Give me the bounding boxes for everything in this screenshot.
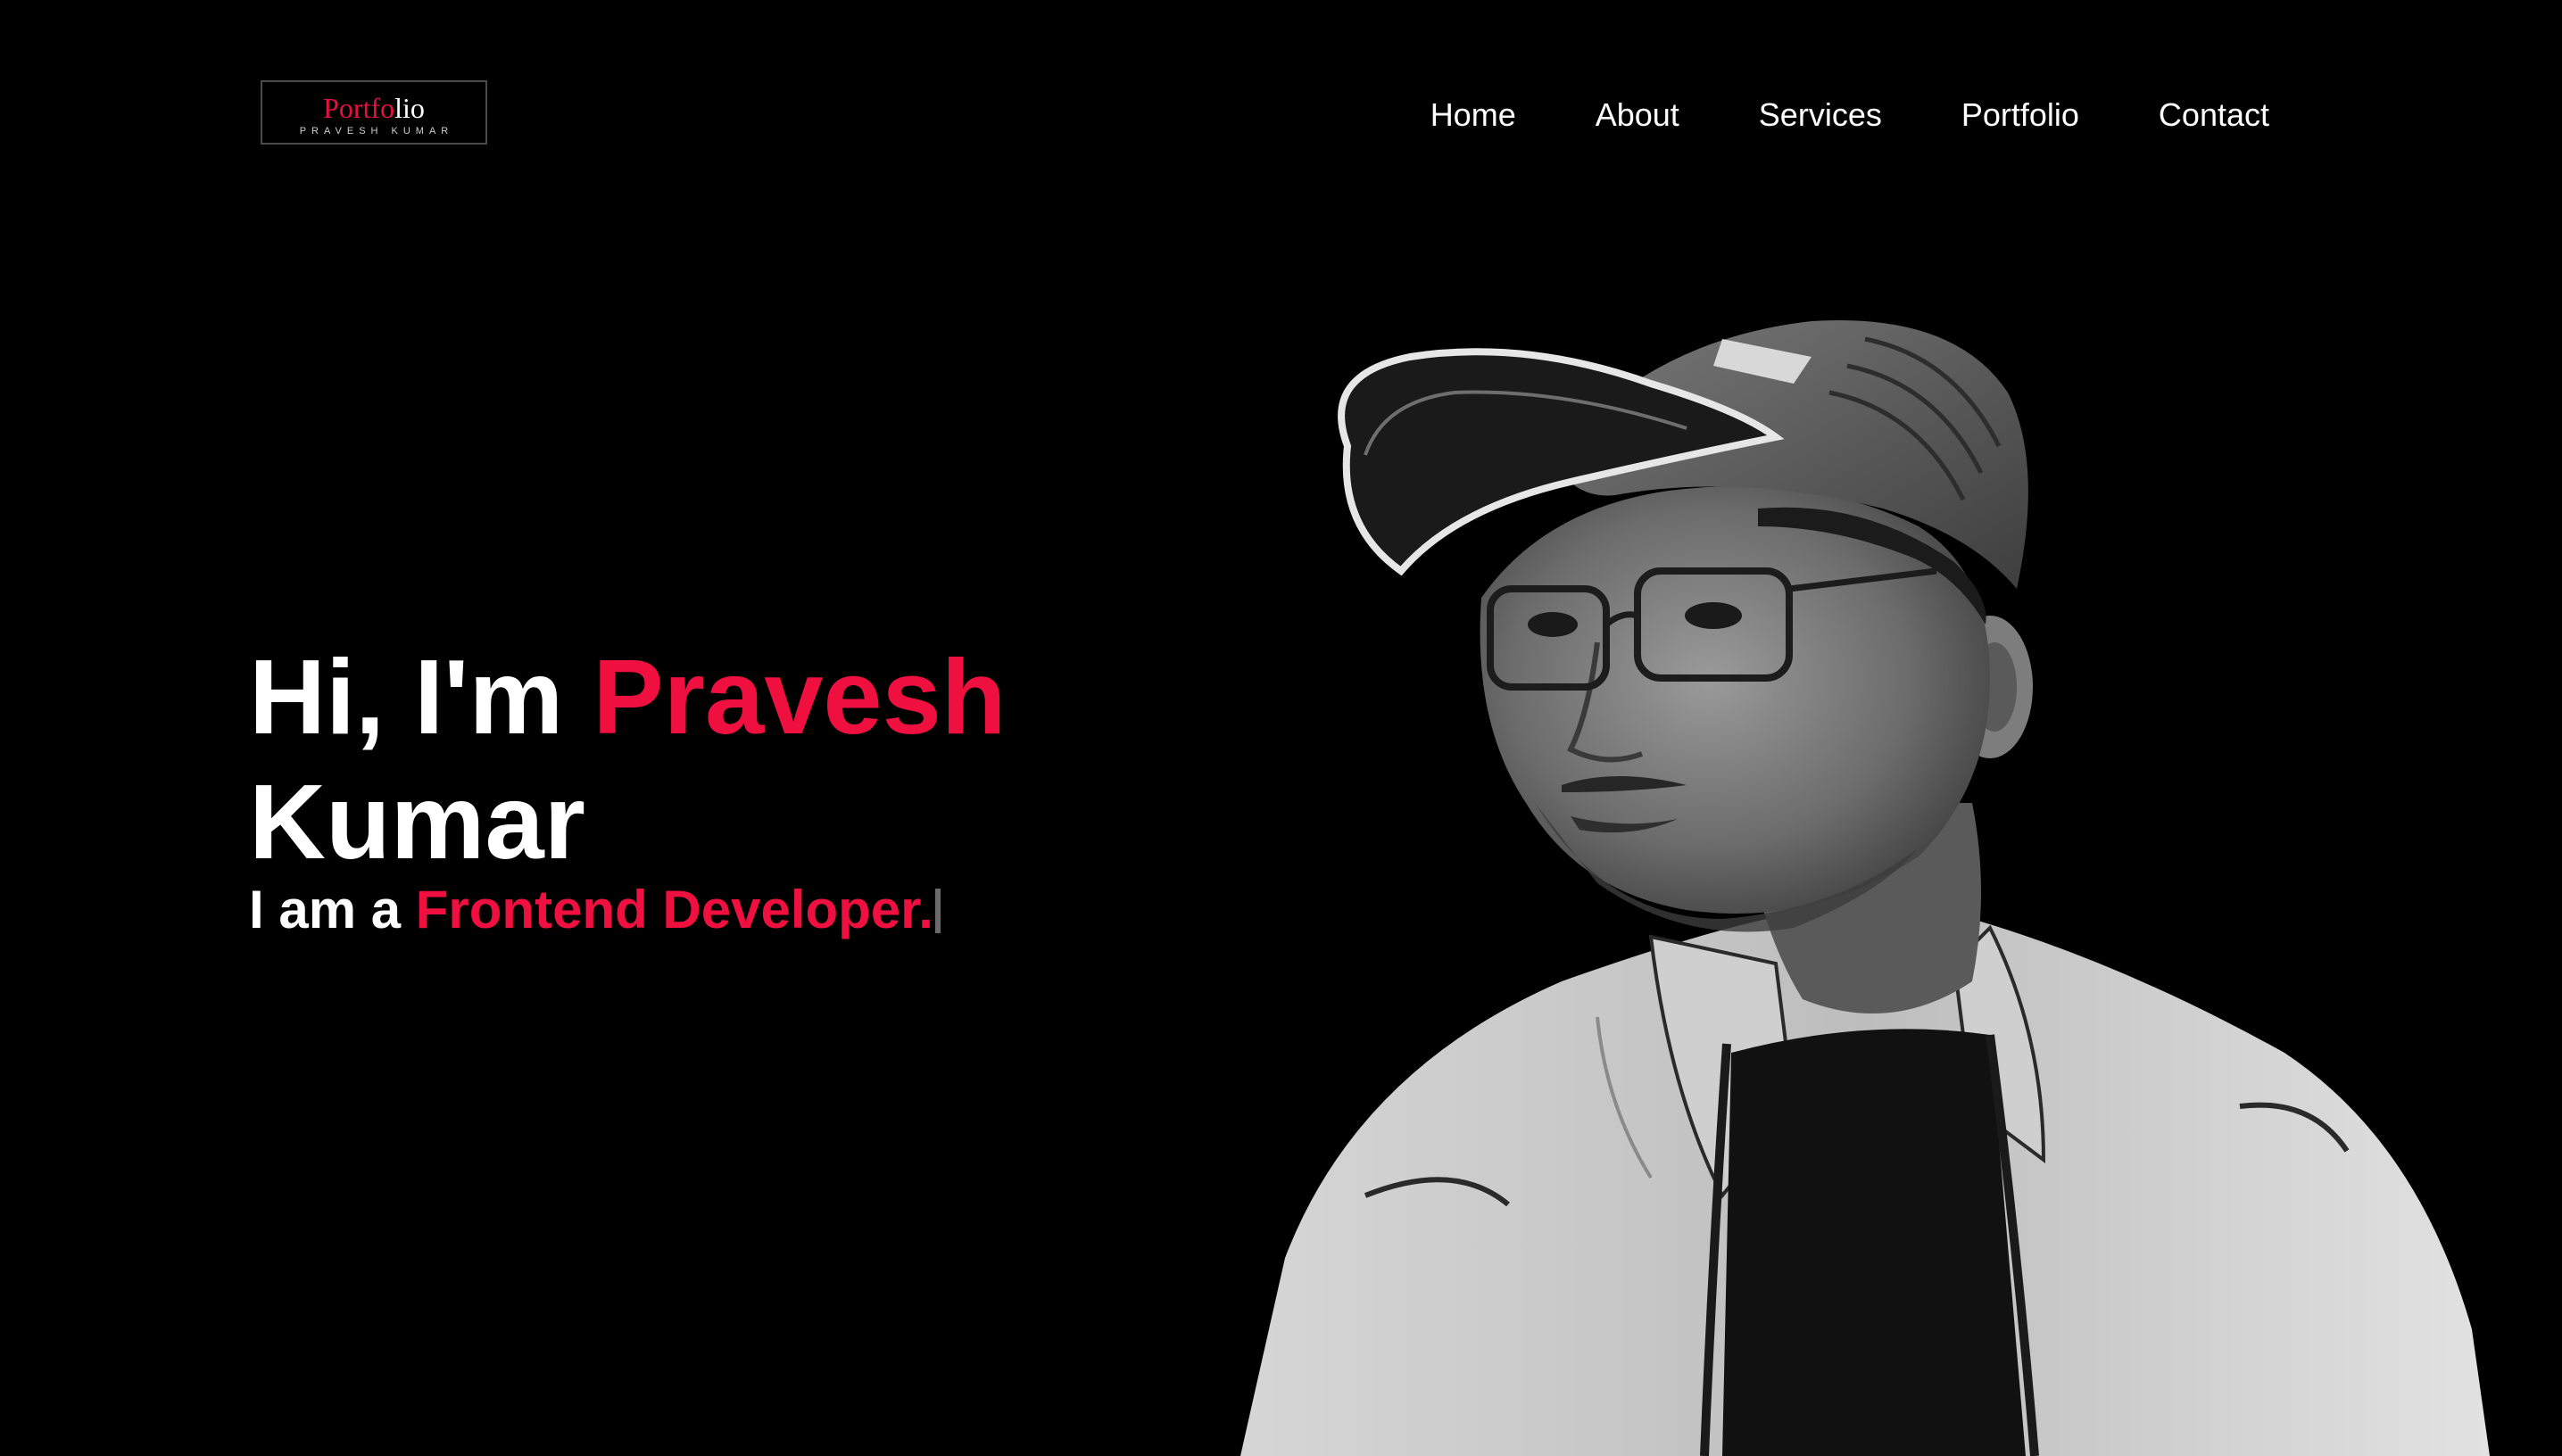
logo[interactable]: Portfolio PRAVESH KUMAR (261, 80, 487, 145)
nav-link-home[interactable]: Home (1430, 96, 1516, 134)
logo-wordmark: Portfolio (262, 93, 485, 123)
hero-last-name: Kumar (249, 763, 585, 881)
nav-link-contact[interactable]: Contact (2159, 96, 2269, 134)
nav-link-about[interactable]: About (1596, 96, 1679, 134)
nav-link-services[interactable]: Services (1759, 96, 1882, 134)
logo-word-accent: Portfo (323, 92, 395, 124)
hero-section: Hi, I'm Pravesh Kumar I am a Frontend Dev… (249, 635, 1006, 942)
hero-subtitle: I am a Frontend Developer. (249, 878, 1006, 942)
main-nav: Home About Services Portfolio Contact (1430, 96, 2269, 134)
hero-greeting: Hi, I'm (249, 638, 593, 757)
logo-word-plain: lio (394, 92, 425, 124)
nav-link-portfolio[interactable]: Portfolio (1961, 96, 2079, 134)
hero-title: Hi, I'm Pravesh Kumar (249, 635, 1006, 885)
logo-subtitle: PRAVESH KUMAR (299, 126, 454, 136)
role-prefix: I am a (249, 880, 416, 939)
typing-cursor (934, 889, 941, 933)
hero-first-name: Pravesh (593, 638, 1007, 757)
portrait-image (1240, 320, 2490, 1456)
role-text: Frontend Developer. (415, 880, 933, 939)
